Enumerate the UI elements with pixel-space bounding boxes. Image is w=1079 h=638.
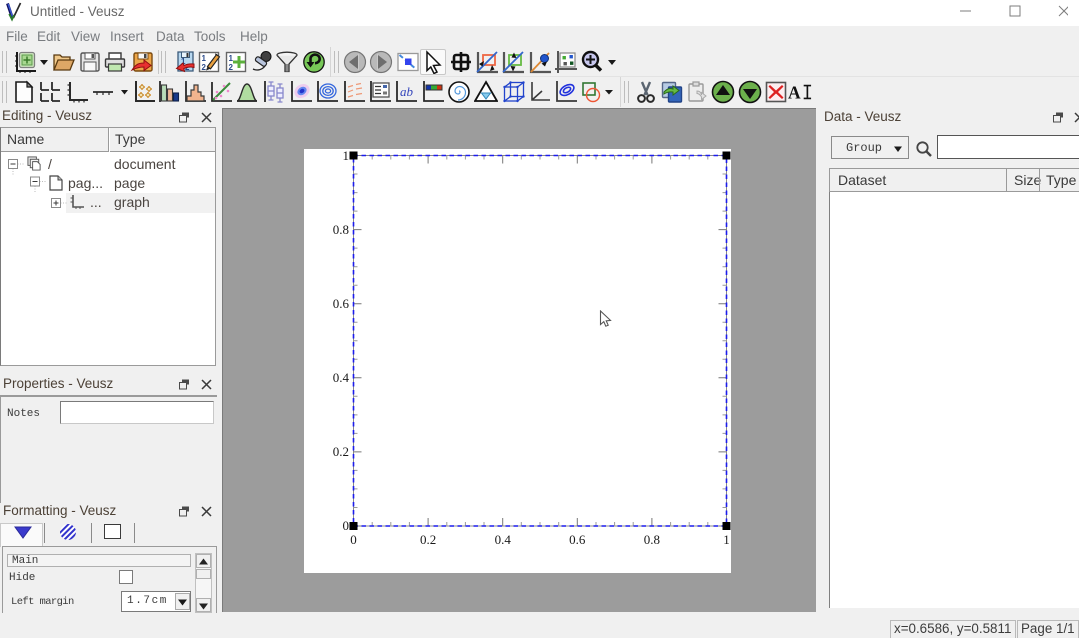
svg-text:1: 1: [343, 149, 350, 163]
svg-text:2: 2: [229, 63, 234, 72]
svg-text:0.6: 0.6: [333, 296, 350, 311]
svg-text:1: 1: [202, 54, 207, 63]
svg-text:0.8: 0.8: [333, 222, 349, 237]
svg-text:0.6: 0.6: [569, 532, 586, 547]
svg-text:0.4: 0.4: [333, 370, 350, 385]
svg-text:1: 1: [229, 54, 234, 63]
svg-text:0.2: 0.2: [333, 444, 349, 459]
svg-text:1: 1: [723, 532, 730, 547]
svg-text:2: 2: [202, 63, 207, 72]
svg-text:0.4: 0.4: [495, 532, 512, 547]
svg-text:0.2: 0.2: [420, 532, 436, 547]
svg-text:0: 0: [350, 532, 357, 547]
svg-text:0: 0: [343, 518, 350, 533]
svg-text:ab: ab: [400, 84, 414, 99]
svg-text:0.8: 0.8: [644, 532, 660, 547]
svg-text:A: A: [788, 82, 801, 102]
